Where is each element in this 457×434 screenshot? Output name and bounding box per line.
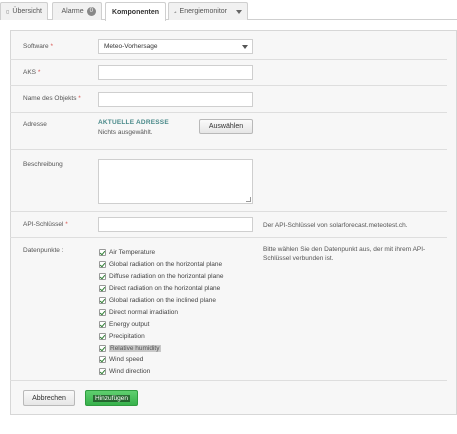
divider (10, 149, 447, 150)
aks-input[interactable] (98, 65, 253, 80)
datapoint-energy-output[interactable]: Energy output (99, 318, 223, 330)
software-label: Software * (23, 43, 53, 50)
datapoint-relative-humidity[interactable]: Relative humidity (99, 342, 223, 354)
current-address-title: AKTUELLE ADRESSE (98, 119, 169, 126)
software-label-text: Software (23, 43, 49, 50)
divider (10, 380, 447, 381)
add-button-label: Hinzufügen (93, 394, 130, 402)
tab-overview-label: Übersicht (12, 8, 42, 15)
tab-alarms[interactable]: Alarme 0 (52, 2, 102, 20)
object-name-label-text: Name des Objekts (23, 95, 77, 102)
datapoint-label: Global radiation on the inclined plane (109, 297, 216, 304)
tab-alarms-label: Alarme (61, 8, 84, 15)
datapoint-diffuse-radiation-horizontal[interactable]: Diffuse radiation on the horizontal plan… (99, 271, 223, 283)
checkbox-checked-icon[interactable] (99, 332, 106, 340)
home-icon (6, 10, 10, 13)
resize-handle-icon[interactable] (246, 197, 251, 202)
datapoint-label: Air Temperature (109, 249, 156, 257)
aks-label-text: AKS (23, 69, 37, 76)
required-marker: * (78, 95, 81, 102)
api-key-hint: Der API-Schlüssel von solarforecast.mete… (263, 222, 408, 229)
select-address-button[interactable]: Auswählen (199, 119, 253, 134)
tab-components[interactable]: Komponenten (105, 2, 166, 21)
divider (10, 211, 447, 212)
divider (10, 59, 447, 60)
checkbox-checked-icon[interactable] (99, 285, 106, 293)
description-textarea[interactable] (98, 159, 253, 204)
tab-energy-monitor[interactable]: Energiemonitor (168, 2, 248, 20)
address-label: Adresse (23, 121, 47, 128)
datapoint-label: Precipitation (109, 332, 145, 340)
datapoint-global-radiation-inclined[interactable]: Global radiation on the inclined plane (99, 295, 223, 307)
datapoint-label: Global radiation on the horizontal plane (109, 261, 223, 269)
api-key-input[interactable] (98, 217, 253, 232)
tab-overview[interactable]: Übersicht (0, 2, 48, 20)
divider (10, 112, 447, 113)
description-label: Beschreibung (23, 161, 63, 168)
datapoint-label: Diffuse radiation on the horizontal plan… (109, 273, 224, 281)
datapoint-air-temperature[interactable]: Air Temperature (99, 247, 223, 259)
datapoint-checkbox-list: Air Temperature Global radiation on the … (99, 247, 223, 378)
software-select[interactable]: Meteo-Vorhersage (98, 39, 253, 54)
checkbox-checked-icon[interactable] (99, 320, 106, 328)
chevron-down-icon[interactable] (236, 9, 242, 14)
checkbox-checked-icon[interactable] (99, 368, 106, 376)
datapoints-label: Datenpunkte : (23, 247, 64, 254)
object-name-input[interactable] (98, 92, 253, 107)
checkbox-checked-icon[interactable] (99, 356, 106, 364)
datapoint-label: Wind speed (109, 356, 144, 364)
checkbox-checked-icon[interactable] (99, 308, 106, 316)
divider (10, 85, 447, 86)
bar-chart-icon (174, 10, 177, 13)
checkbox-checked-icon[interactable] (99, 249, 106, 257)
datapoint-label: Relative humidity (109, 344, 161, 352)
datapoint-direct-radiation-horizontal[interactable]: Direct radiation on the horizontal plane (99, 283, 223, 295)
datapoint-wind-direction[interactable]: Wind direction (99, 366, 223, 378)
required-marker: * (37, 69, 41, 76)
datapoint-wind-speed[interactable]: Wind speed (99, 354, 223, 366)
api-key-label-text: API-Schlüssel (23, 221, 64, 228)
datapoint-label: Energy output (109, 320, 150, 328)
tab-energy-monitor-label: Energiemonitor (179, 8, 227, 15)
required-marker: * (50, 43, 53, 50)
datapoint-global-radiation-horizontal[interactable]: Global radiation on the horizontal plane (99, 259, 223, 271)
checkbox-checked-icon[interactable] (99, 261, 106, 269)
datapoints-hint: Bitte wählen Sie den Datenpunkt aus, der… (263, 246, 426, 262)
aks-label: AKS * (23, 69, 40, 76)
tab-bar: Übersicht Alarme 0 Komponenten Energiemo… (0, 0, 457, 21)
datapoint-label: Direct normal irradiation (109, 308, 178, 316)
software-select-value: Meteo-Vorhersage (104, 43, 158, 50)
checkbox-checked-icon[interactable] (99, 297, 106, 304)
object-name-label: Name des Objekts * (23, 95, 81, 102)
datapoint-label: Direct radiation on the horizontal plane (109, 285, 221, 293)
add-button[interactable]: Hinzufügen (85, 390, 138, 406)
required-marker: * (65, 221, 68, 228)
checkbox-checked-icon[interactable] (99, 344, 106, 352)
divider (10, 237, 447, 238)
datapoint-label: Wind direction (109, 368, 151, 376)
datapoint-precipitation[interactable]: Precipitation (99, 330, 223, 342)
api-key-label: API-Schlüssel * (23, 221, 68, 228)
checkbox-checked-icon[interactable] (99, 273, 106, 281)
cancel-button[interactable]: Abbrechen (23, 390, 75, 406)
datapoint-direct-normal-irradiation[interactable]: Direct normal irradiation (99, 306, 223, 318)
alarm-count-badge: 0 (86, 7, 96, 16)
chevron-down-icon (242, 45, 248, 49)
address-status: Nichts ausgewählt. (98, 129, 153, 136)
tab-components-label: Komponenten (111, 8, 160, 16)
